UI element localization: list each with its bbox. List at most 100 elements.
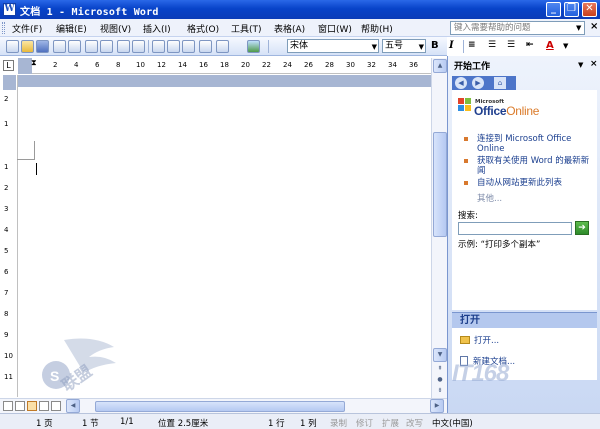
menu-tools[interactable]: 工具(T) [231,22,262,35]
font-name-dropdown-icon[interactable]: ▼ [372,41,377,53]
toolbar-separator [148,40,149,53]
home-icon[interactable]: ⌂ [494,77,506,89]
vruler-tick: 2 [4,95,9,103]
research-icon[interactable] [132,40,145,53]
print-layout-view-icon[interactable] [27,401,37,411]
menu-help[interactable]: 帮助(H) [361,22,393,35]
task-pane-close-icon[interactable]: × [590,59,598,69]
text-boundary-mark [34,141,35,159]
vertical-ruler[interactable]: 2 1 1 2 3 4 5 6 7 8 9 10 11 [0,75,18,397]
close-button[interactable]: ✕ [582,2,597,17]
search-go-button[interactable]: ➔ [575,221,589,235]
menu-view[interactable]: 视图(V) [100,22,131,35]
ruler-tick: 30 [346,61,355,69]
ruler-tick: 20 [241,61,250,69]
minimize-button[interactable]: _ [546,2,561,17]
align-center-icon[interactable]: ≡ [468,40,476,50]
office-online-brand: OfficeOnline [474,104,540,118]
vruler-tick: 11 [4,373,13,381]
menu-format[interactable]: 格式(O) [187,22,219,35]
forward-icon[interactable]: ▶ [472,77,484,89]
print-icon[interactable] [85,40,98,53]
horizontal-ruler[interactable]: 2 4 6 8 10 12 14 16 18 20 22 24 26 28 30… [18,58,431,74]
link-connect-office-online[interactable]: 连接到 Microsoft Office Online [477,134,592,154]
vruler-tick: 7 [4,289,9,297]
ruler-tick: 2 [53,61,58,69]
undo-icon[interactable] [216,40,229,53]
font-color-button[interactable]: A [546,40,554,51]
bullets-icon[interactable]: ☰ [507,40,515,50]
menu-edit[interactable]: 编辑(E) [56,22,87,35]
vertical-scrollbar[interactable]: ▲ ▼ ⇞ ● ⇟ [431,58,447,398]
status-language: 中文(中国) [432,419,473,429]
scroll-up-button[interactable]: ▲ [433,59,447,73]
more-link[interactable]: 其他... [477,192,502,204]
menu-grip[interactable] [2,22,5,34]
hyperlink-globe-icon[interactable] [247,40,260,53]
status-ovr[interactable]: 改写 [406,417,423,429]
horizontal-scroll-thumb[interactable] [95,401,345,412]
new-document-icon[interactable] [6,40,19,53]
status-ext[interactable]: 扩展 [382,417,399,429]
status-rec[interactable]: 录制 [330,417,347,429]
font-color-dropdown-icon[interactable]: ▼ [563,42,568,50]
permission-icon[interactable] [53,40,66,53]
copy-icon[interactable] [167,40,180,53]
menu-table[interactable]: 表格(A) [274,22,305,35]
link-latest-news[interactable]: 获取有关使用 Word 的最新新闻 [477,156,592,176]
next-page-icon[interactable]: ⇟ [433,385,447,399]
paste-icon[interactable] [182,40,195,53]
scroll-left-button[interactable]: ◀ [66,399,80,413]
restore-button[interactable]: ❐ [564,2,579,17]
bold-button[interactable]: B [431,40,439,51]
text-cursor [36,163,37,175]
word-app-icon[interactable]: W [3,3,16,16]
open-folder-icon[interactable] [21,40,34,53]
scroll-down-button[interactable]: ▼ [433,348,447,362]
vruler-tick: 5 [4,247,9,255]
vruler-tick: 4 [4,226,9,234]
document-close-icon[interactable]: × [590,21,598,32]
ruler-tick: 12 [157,61,166,69]
task-pane-menu-icon[interactable]: ▼ [578,61,583,69]
email-icon[interactable] [68,40,81,53]
help-dropdown-icon[interactable]: ▼ [576,22,584,34]
menu-insert[interactable]: 插入(I) [143,22,171,35]
back-icon[interactable]: ◀ [455,77,467,89]
save-icon[interactable] [36,40,49,53]
window-title: 文档 1 - Microsoft Word [20,7,159,18]
reading-layout-view-icon[interactable] [51,401,61,411]
indent-marker-icon[interactable]: ⧗ [31,58,37,68]
search-input[interactable] [458,222,572,235]
font-size-select[interactable]: 五号 ▼ [382,39,426,53]
numbering-icon[interactable]: ☰ [488,40,496,50]
outline-view-icon[interactable] [39,401,49,411]
status-page-of: 1/1 [120,417,134,427]
ruler-tick: 36 [409,61,418,69]
menu-window[interactable]: 窗口(W) [318,22,352,35]
vertical-scroll-thumb[interactable] [433,132,447,237]
decrease-indent-icon[interactable]: ⇤ [526,40,534,50]
task-pane-body: Microsoft OfficeOnline 连接到 Microsoft Off… [452,90,597,310]
status-trk[interactable]: 修订 [356,417,373,429]
ruler-tick: 16 [199,61,208,69]
status-line: 1 行 [268,419,285,429]
format-painter-icon[interactable] [199,40,212,53]
help-question-input[interactable]: 键入需要帮助的问题 [450,21,585,35]
horizontal-scrollbar[interactable]: ◀ ▶ [0,398,447,413]
normal-view-icon[interactable] [3,401,13,411]
font-size-dropdown-icon[interactable]: ▼ [419,41,424,53]
scroll-right-button[interactable]: ▶ [430,399,444,413]
tab-selector[interactable]: L [3,60,14,71]
italic-button[interactable]: I [449,40,454,51]
cut-icon[interactable] [152,40,165,53]
font-name-select[interactable]: 宋体 ▼ [287,39,379,53]
web-layout-view-icon[interactable] [15,401,25,411]
spelling-icon[interactable] [117,40,130,53]
link-auto-update[interactable]: 自动从网站更新此列表 [477,178,592,188]
status-bar: 1 页 1 节 1/1 位置 2.5厘米 1 行 1 列 录制 修订 扩展 改写… [0,413,600,429]
open-file-link[interactable]: 打开... [460,334,499,346]
print-preview-icon[interactable] [100,40,113,53]
menu-file[interactable]: 文件(F) [12,22,42,35]
ruler-tick: 10 [136,61,145,69]
